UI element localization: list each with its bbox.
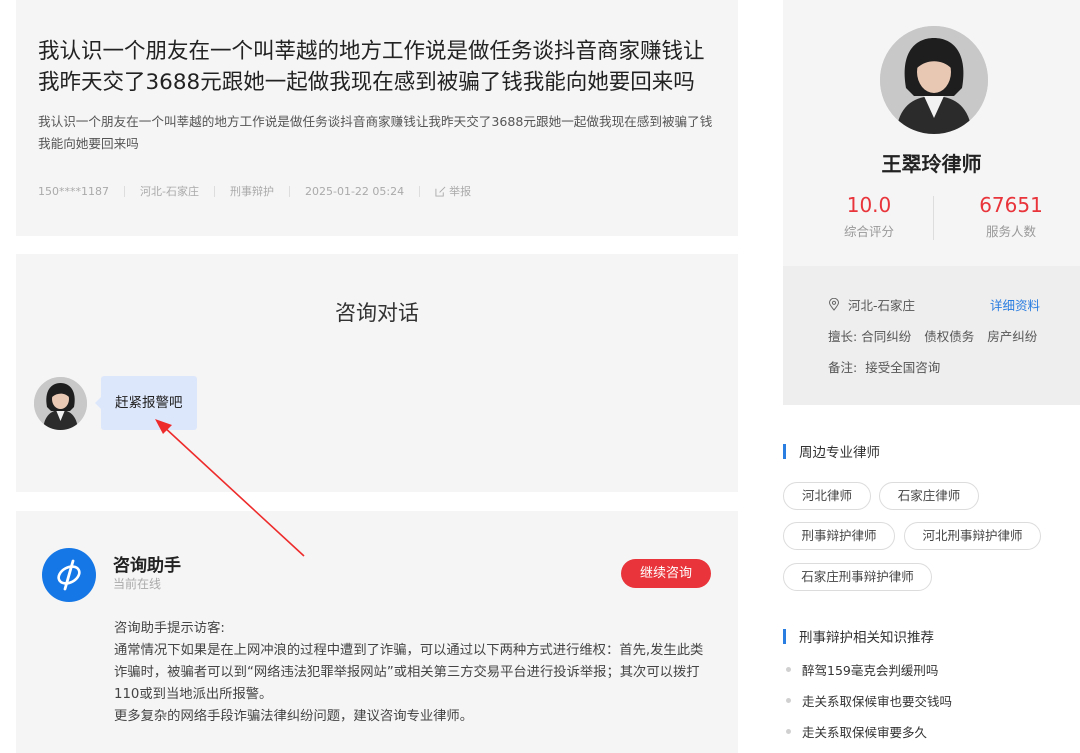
chat-bubble: 赶紧报警吧 bbox=[95, 376, 197, 430]
assistant-tip-line: 更多复杂的网络手段诈骗法律纠纷问题，建议咨询专业律师。 bbox=[114, 709, 474, 724]
recommend-item[interactable]: 走关系取保候审也要交钱吗 bbox=[786, 691, 952, 710]
assistant-tip-line: 咨询助手提示访客: bbox=[114, 621, 225, 636]
recommend-title-text: 刑事辩护相关知识推荐 bbox=[799, 630, 934, 646]
meta-divider bbox=[124, 185, 125, 197]
continue-consult-button[interactable]: 继续咨询 bbox=[621, 559, 711, 588]
lawyer-note-row: 备注: 接受全国咨询 bbox=[828, 357, 940, 376]
recommend-title: 刑事辩护相关知识推荐 bbox=[783, 626, 934, 646]
question-description: 我认识一个朋友在一个叫莘越的地方工作说是做任务谈抖音商家赚钱让我昨天交了3688… bbox=[38, 114, 713, 151]
section-marker bbox=[783, 628, 786, 644]
report-label[interactable]: 举报 bbox=[449, 183, 471, 199]
recommend-item-text[interactable]: 走关系取保候审也要交钱吗 bbox=[802, 691, 952, 710]
recommend-item[interactable]: 醉驾159毫克会判缓刑吗 bbox=[786, 660, 938, 679]
nearby-title-text: 周边专业律师 bbox=[799, 445, 880, 461]
question-time: 2025-01-22 05:24 bbox=[304, 184, 405, 198]
nearby-lawyers-title: 周边专业律师 bbox=[783, 441, 880, 461]
bullet-dot bbox=[786, 698, 791, 703]
specialty-item: 房产纠纷 bbox=[987, 329, 1038, 344]
phi-glyph bbox=[57, 559, 81, 591]
lawyer-tag[interactable]: 石家庄律师 bbox=[879, 482, 979, 510]
question-meta: 150****1187 河北-石家庄 刑事辩护 2025-01-22 05:24… bbox=[38, 183, 471, 199]
rating-label: 综合评分 bbox=[843, 224, 894, 239]
dialog-title: 咨询对话 bbox=[335, 301, 419, 325]
recommend-item-text[interactable]: 走关系取保候审要多久 bbox=[802, 722, 927, 741]
recommend-item[interactable]: 走关系取保候审要多久 bbox=[786, 722, 927, 741]
served-stat: 67651 服务人数 bbox=[941, 192, 1080, 240]
edit-icon bbox=[435, 186, 446, 197]
lawyer-avatar[interactable] bbox=[880, 26, 988, 134]
location-pin-icon bbox=[828, 298, 840, 311]
rating-value: 10.0 bbox=[846, 193, 892, 217]
stat-divider bbox=[933, 196, 934, 240]
section-marker bbox=[783, 443, 786, 459]
dialog-panel: 咨询对话 赶紧报警吧 bbox=[16, 254, 738, 492]
lawyer-specialty-row: 擅长: 合同纠纷 债权债务 房产纠纷 bbox=[828, 326, 1037, 345]
served-value: 67651 bbox=[979, 193, 1043, 217]
note-label: 备注: bbox=[828, 360, 858, 375]
lawyer-tag[interactable]: 石家庄刑事辩护律师 bbox=[783, 563, 932, 591]
avatar-portrait bbox=[34, 377, 87, 430]
lawyer-name: 王翠玲律师 bbox=[881, 152, 982, 176]
lawyer-tag[interactable]: 刑事辩护律师 bbox=[783, 522, 895, 550]
rating-stat: 10.0 综合评分 bbox=[799, 192, 939, 240]
recommend-item-text[interactable]: 醉驾159毫克会判缓刑吗 bbox=[802, 660, 938, 679]
lawyer-location: 河北-石家庄 bbox=[848, 298, 916, 313]
served-label: 服务人数 bbox=[985, 224, 1036, 239]
specialty-item: 债权债务 bbox=[924, 329, 975, 344]
report-link[interactable]: 举报 bbox=[435, 183, 471, 199]
assistant-status: 当前在线 bbox=[113, 577, 162, 591]
question-panel: 我认识一个朋友在一个叫莘越的地方工作说是做任务谈抖音商家赚钱让我昨天交了3688… bbox=[16, 0, 738, 236]
assistant-tips: 咨询助手提示访客: 通常情况下如果是在上网冲浪的过程中遭到了诈骗，可以通过以下两… bbox=[114, 618, 714, 728]
question-user: 150****1187 bbox=[38, 184, 109, 198]
question-location: 河北-石家庄 bbox=[140, 185, 199, 198]
question-category[interactable]: 刑事辩护 bbox=[230, 183, 274, 199]
specialty-item: 合同纠纷 bbox=[861, 329, 912, 344]
assistant-name: 咨询助手 bbox=[113, 556, 181, 576]
assistant-tip-line: 通常情况下如果是在上网冲浪的过程中遭到了诈骗，可以通过以下两种方式进行维权：首先… bbox=[114, 643, 704, 702]
assistant-panel: 咨询助手 当前在线 继续咨询 咨询助手提示访客: 通常情况下如果是在上网冲浪的过… bbox=[16, 511, 738, 753]
lawyer-location-row: 河北-石家庄 bbox=[828, 295, 915, 314]
phi-logo-icon bbox=[42, 548, 96, 602]
lawyer-tag[interactable]: 河北律师 bbox=[783, 482, 871, 510]
lawyer-card: 王翠玲律师 10.0 综合评分 67651 服务人数 河北-石家庄 详细资料 擅… bbox=[783, 0, 1080, 405]
lawyer-chat-avatar[interactable] bbox=[34, 377, 87, 430]
bullet-dot bbox=[786, 729, 791, 734]
specialty-label: 擅长: bbox=[828, 329, 858, 344]
meta-divider bbox=[419, 185, 421, 197]
detail-link[interactable]: 详细资料 bbox=[990, 295, 1040, 314]
bullet-dot bbox=[786, 667, 791, 672]
lawyer-tag[interactable]: 河北刑事辩护律师 bbox=[904, 522, 1041, 550]
question-title: 我认识一个朋友在一个叫莘越的地方工作说是做任务谈抖音商家赚钱让我昨天交了3688… bbox=[38, 39, 705, 95]
meta-divider bbox=[213, 185, 215, 197]
note-text: 接受全国咨询 bbox=[865, 360, 941, 375]
lawyer-portrait bbox=[880, 26, 988, 134]
meta-divider bbox=[288, 185, 290, 197]
